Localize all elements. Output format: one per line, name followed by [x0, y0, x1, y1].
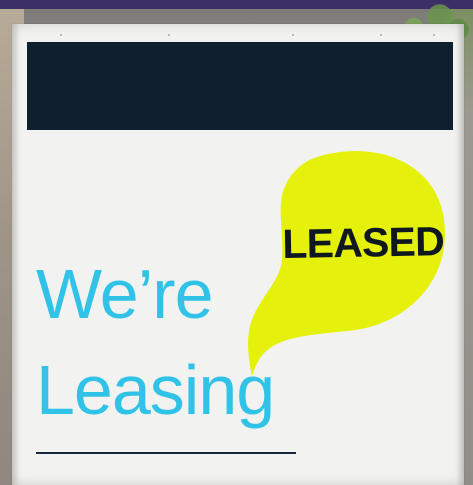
- sign-left-shadow: [12, 24, 20, 485]
- headline-were: We’re: [36, 255, 214, 333]
- headline-underline: [36, 452, 296, 454]
- sign-right-shadow: [456, 24, 464, 485]
- headline-leasing: Leasing: [36, 351, 275, 429]
- photo-scene: LEASED We’re Leasing: [0, 0, 473, 485]
